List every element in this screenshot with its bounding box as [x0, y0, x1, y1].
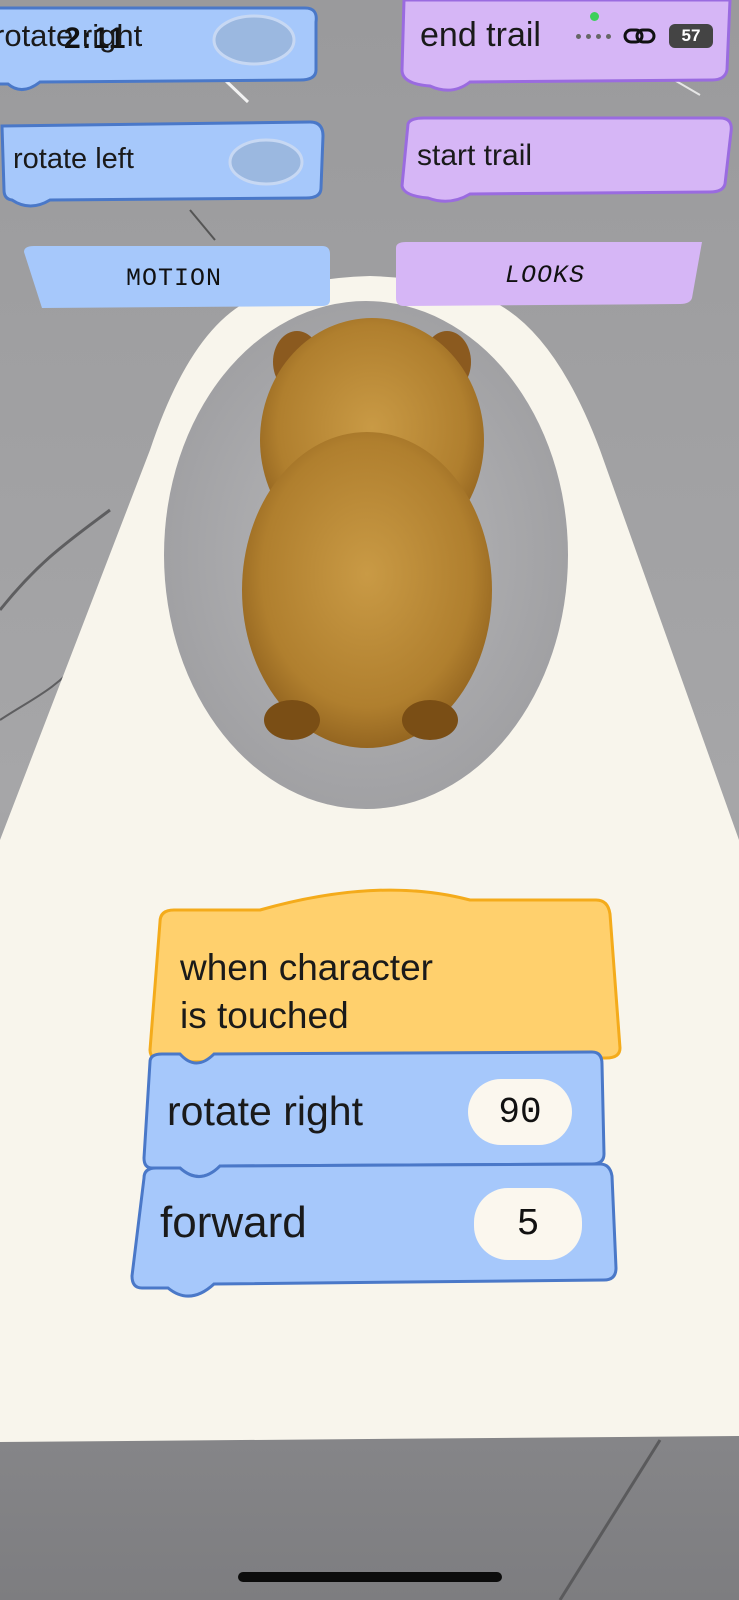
battery-indicator: 57 — [669, 24, 713, 48]
palette-block-rotate-right[interactable]: rotate right — [0, 18, 142, 54]
forward-value: 5 — [516, 1202, 540, 1246]
camera-indicator — [590, 12, 599, 21]
script-block-label: forward — [160, 1198, 307, 1247]
palette-block-label: end trail — [420, 16, 541, 54]
script-block-label: rotate right — [167, 1088, 363, 1134]
palette-block-end-trail[interactable]: end trail — [420, 16, 541, 55]
home-indicator[interactable] — [238, 1572, 502, 1582]
palette-block-rotate-left[interactable]: rotate left — [13, 143, 134, 176]
trigger-label-line2: is touched — [180, 995, 349, 1036]
rotate-right-value: 90 — [498, 1091, 542, 1133]
script-block-forward[interactable]: forward — [160, 1198, 307, 1248]
palette-block-start-trail[interactable]: start trail — [417, 139, 532, 173]
tab-looks[interactable]: LOOKS — [505, 261, 585, 290]
palette-block-label: start trail — [417, 139, 533, 172]
status-icons: 57 — [576, 24, 713, 48]
script-block-rotate-right[interactable]: rotate right — [167, 1088, 363, 1135]
link-icon — [623, 28, 656, 44]
forward-value-input[interactable]: 5 — [474, 1188, 582, 1260]
signal-icon — [576, 33, 611, 39]
palette-block-label: rotate left — [13, 143, 134, 175]
trigger-label-line1: when character — [180, 947, 433, 988]
palette-block-label: rotate right — [0, 18, 143, 53]
trigger-block[interactable]: when character is touched — [180, 944, 433, 1040]
tab-motion[interactable]: MOTION — [126, 264, 222, 293]
rotate-right-value-input[interactable]: 90 — [468, 1079, 572, 1145]
ar-camera-background — [0, 0, 739, 1600]
hamster-character — [242, 318, 492, 748]
